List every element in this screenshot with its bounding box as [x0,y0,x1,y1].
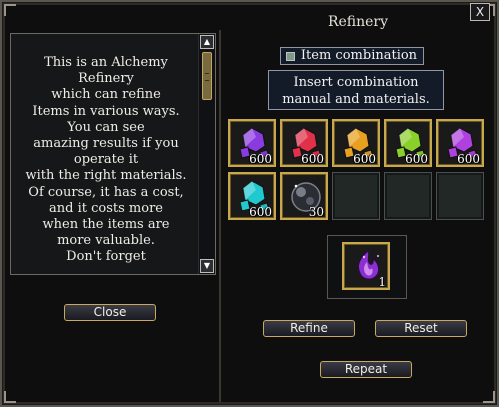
instruction-text: Insert combination manual and materials. [282,75,430,107]
reset-button[interactable]: Reset [375,320,467,337]
material-slot[interactable]: 600 [384,119,432,167]
close-window-button[interactable]: X [470,3,490,21]
item-combination-label: Item combination [300,48,418,63]
slot-quantity: 600 [457,152,480,166]
window-title: Refinery [327,14,389,30]
material-slot[interactable]: 600 [228,119,276,167]
material-slot[interactable] [436,172,484,220]
material-slot[interactable]: 600 [332,119,380,167]
result-slot[interactable]: 1 [342,242,390,290]
slot-quantity: 600 [249,152,272,166]
frame-corner [4,4,16,16]
material-slot[interactable] [384,172,432,220]
description-scrollbar[interactable]: ▲ ▼ [198,34,215,274]
slot-quantity: 600 [301,152,324,166]
result-quantity: 1 [378,275,386,289]
slot-quantity: 600 [249,205,272,219]
instruction-box: Insert combination manual and materials. [268,70,444,110]
material-slot[interactable]: 600 [228,172,276,220]
scroll-down-icon[interactable]: ▼ [200,259,214,273]
material-slot[interactable] [332,172,380,220]
panel-divider [219,30,221,402]
close-button[interactable]: Close [64,304,156,321]
slot-quantity: 30 [308,205,324,219]
material-slot[interactable]: 600 [280,119,328,167]
slot-quantity: 600 [405,152,428,166]
slot-quantity: 600 [353,152,376,166]
item-combination-tab[interactable]: Item combination [280,47,424,65]
description-text: This is an Alchemy Refinery which can re… [25,55,187,265]
scroll-thumb[interactable] [202,52,212,100]
repeat-button[interactable]: Repeat [320,361,412,378]
tab-indicator-icon [286,52,295,61]
refine-button[interactable]: Refine [263,320,355,337]
frame-corner [4,391,16,403]
scroll-up-icon[interactable]: ▲ [200,35,214,49]
material-slot[interactable]: 30 [280,172,328,220]
material-slot[interactable]: 600 [436,119,484,167]
frame-corner [483,391,495,403]
